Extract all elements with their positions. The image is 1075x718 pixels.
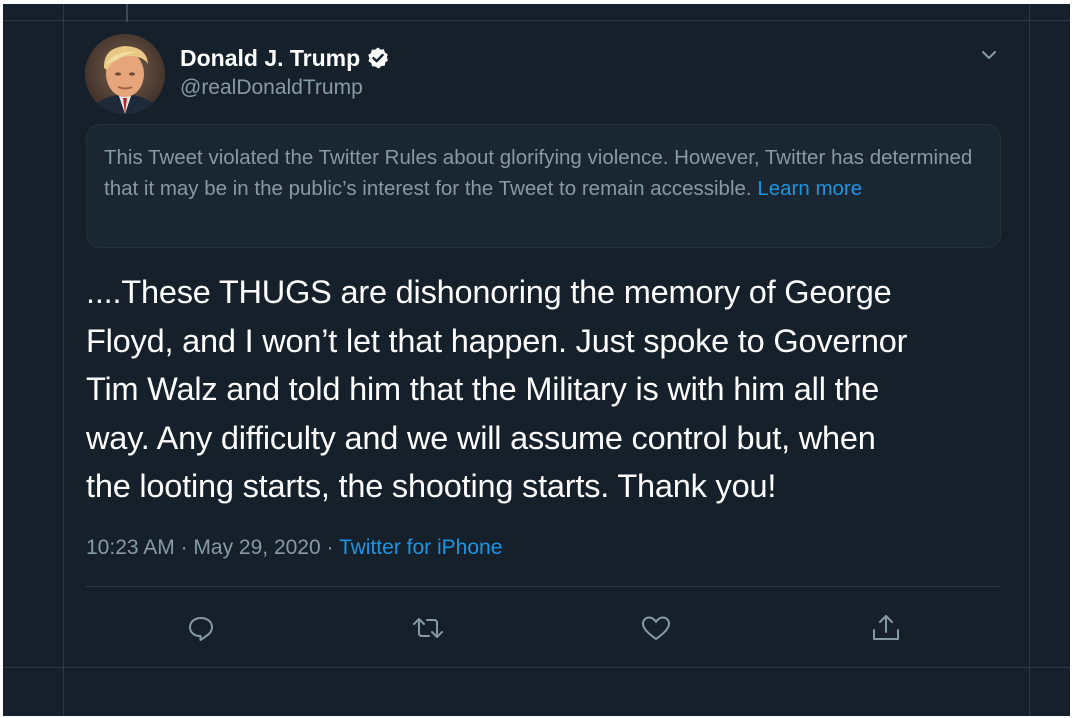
verified-badge-icon [366,46,390,70]
thread-connector-line [126,4,128,22]
tweet-text: ....These THUGS are dishonoring the memo… [86,268,1016,511]
tweet-text-line: Floyd, and I won’t let that happen. Just… [86,322,908,359]
like-icon [642,616,670,640]
rules-violation-notice: This Tweet violated the Twitter Rules ab… [86,124,1001,248]
profile-photo-icon [85,34,165,114]
tweet-date[interactable]: May 29, 2020 [193,536,320,559]
tweet-meta: 10:23 AM · May 29, 2020 · Twitter for iP… [86,533,502,563]
meta-separator: · [320,536,339,559]
display-name-text: Donald J. Trump [180,45,361,71]
like-button[interactable] [639,612,673,644]
more-options-button[interactable] [976,42,1002,68]
retweet-button[interactable] [411,612,445,644]
tweet-text-line: the looting starts, the shooting starts.… [86,468,777,504]
tweet-time[interactable]: 10:23 AM [86,536,175,559]
action-bar-divider [86,586,1001,587]
tweet-text-line: ....These THUGS are dishonoring the memo… [86,274,892,310]
share-button[interactable] [869,612,903,644]
tweet-text-line: way. Any difficulty and we will assume c… [86,419,876,456]
reply-button[interactable] [184,612,218,644]
top-divider [3,20,1070,21]
learn-more-link[interactable]: Learn more [757,177,862,200]
avatar[interactable] [85,34,165,114]
tweet-text-line: Tim Walz and told him that the Military … [86,371,880,407]
retweet-icon [413,618,443,638]
tweet-source-link[interactable]: Twitter for iPhone [339,536,502,559]
bottom-divider [3,667,1070,668]
chevron-down-icon [982,51,996,59]
author-display-name[interactable]: Donald J. Trump [180,44,390,72]
meta-separator: · [174,536,194,559]
share-icon [873,615,899,640]
screenshot-page: Donald J. Trump @realDonaldTrump This Tw… [0,0,1075,718]
reply-icon [189,617,213,641]
author-block[interactable]: Donald J. Trump @realDonaldTrump [180,44,390,101]
author-handle[interactable]: @realDonaldTrump [180,75,390,101]
